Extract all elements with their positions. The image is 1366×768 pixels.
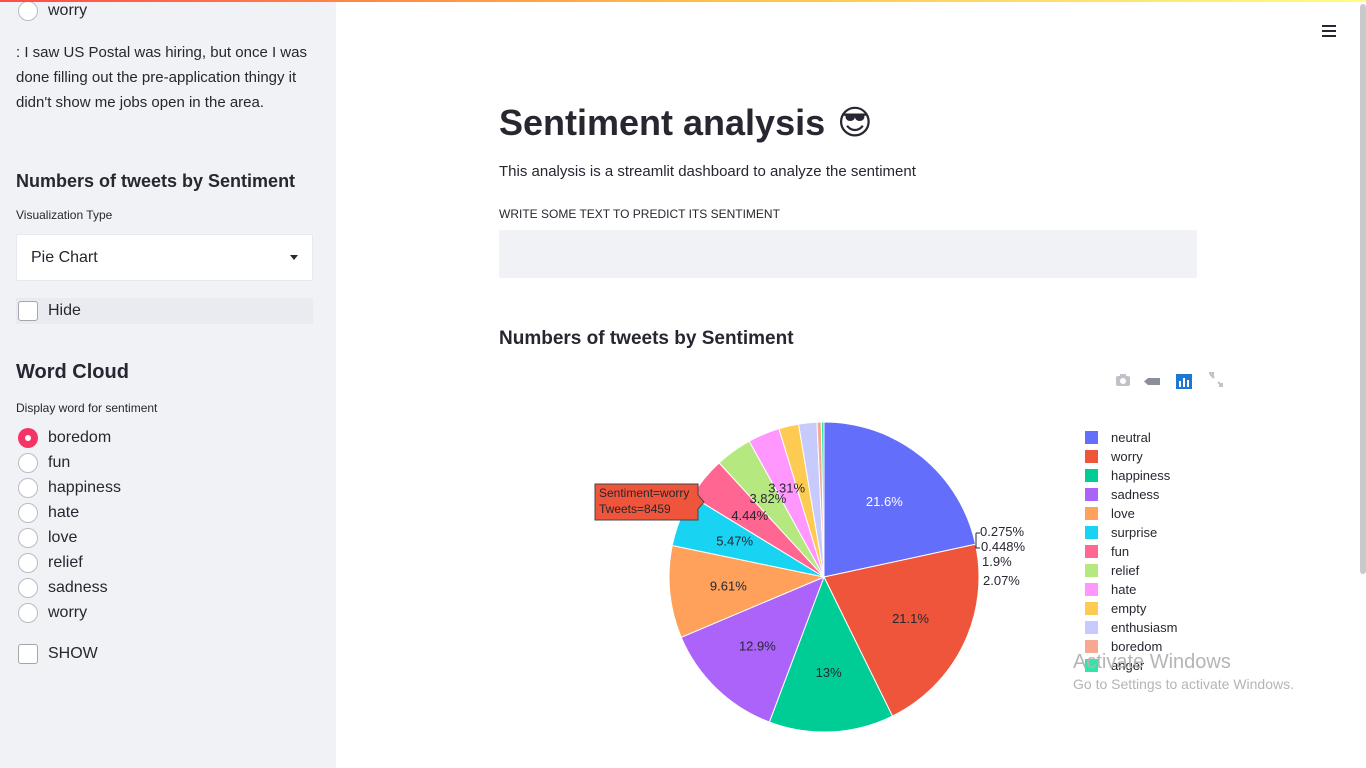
- radio-circle[interactable]: [18, 478, 38, 498]
- chart-legend: neutral worry happiness sadness love surprise…: [1085, 430, 1177, 673]
- viz-type-label: Visualization Type: [16, 208, 113, 222]
- show-checkbox[interactable]: [18, 644, 38, 664]
- radio-circle[interactable]: [18, 2, 38, 21]
- slice-label-enthusiasm: 1.9%: [982, 554, 1012, 569]
- radio-circle[interactable]: [18, 603, 38, 623]
- wordcloud-radio-fun[interactable]: fun: [18, 452, 70, 474]
- legend-swatch-hate[interactable]: [1085, 583, 1098, 596]
- legend-label-empty[interactable]: empty: [1111, 601, 1147, 616]
- wordcloud-radio-boredom[interactable]: boredom: [18, 427, 111, 449]
- legend-label-surprise[interactable]: surprise: [1111, 525, 1157, 540]
- wordcloud-radio-worry[interactable]: worry: [18, 602, 87, 624]
- sentiment-radio-worry[interactable]: worry: [18, 2, 87, 22]
- radio-circle[interactable]: [18, 453, 38, 473]
- legend-swatch-love[interactable]: [1085, 507, 1098, 520]
- radio-label: worry: [48, 604, 88, 621]
- legend-swatch-neutral[interactable]: [1085, 431, 1098, 444]
- radio-label: sadness: [48, 579, 108, 596]
- legend-swatch-fun[interactable]: [1085, 545, 1098, 558]
- slice-label-hate: 3.31%: [768, 480, 805, 495]
- wordcloud-radio-happiness[interactable]: happiness: [18, 477, 121, 499]
- legend-label-enthusiasm[interactable]: enthusiasm: [1111, 620, 1177, 635]
- radio-circle[interactable]: [18, 528, 38, 548]
- legend-label-sadness[interactable]: sadness: [1111, 487, 1160, 502]
- activate-windows-text: Go to Settings to activate Windows.: [1073, 676, 1294, 692]
- slice-label-boredom: 0.448%: [981, 539, 1026, 554]
- sidebar: worry : I saw US Postal was hiring, but …: [0, 2, 336, 768]
- wordcloud-heading: Word Cloud: [16, 361, 129, 383]
- slice-label-surprise: 5.47%: [716, 534, 753, 549]
- slice-label-anger: 0.275%: [980, 524, 1025, 539]
- slice-label-worry: 21.1%: [892, 611, 929, 626]
- page-scrollbar[interactable]: [1360, 4, 1366, 574]
- legend-label-neutral[interactable]: neutral: [1111, 430, 1151, 445]
- legend-label-hate[interactable]: hate: [1111, 582, 1136, 597]
- slice-label-neutral: 21.6%: [866, 494, 903, 509]
- radio-label: relief: [48, 554, 83, 571]
- chevron-down-icon[interactable]: [290, 255, 298, 260]
- radio-label: love: [48, 529, 78, 546]
- tweets-heading: Numbers of tweets by Sentiment: [16, 171, 296, 191]
- legend-swatch-sadness[interactable]: [1085, 488, 1098, 501]
- legend-swatch-happiness[interactable]: [1085, 469, 1098, 482]
- legend-swatch-empty[interactable]: [1085, 602, 1098, 615]
- wordcloud-radio-sadness[interactable]: sadness: [18, 577, 108, 599]
- radio-circle[interactable]: [18, 428, 38, 448]
- show-label: SHOW: [48, 645, 98, 662]
- radio-label: boredom: [48, 429, 112, 446]
- slice-label-love: 9.61%: [710, 578, 747, 593]
- wordcloud-radio-love[interactable]: love: [18, 527, 77, 549]
- slice-label-fun: 4.44%: [731, 508, 768, 523]
- legend-label-happiness[interactable]: happiness: [1111, 468, 1171, 483]
- show-checkbox-row[interactable]: SHOW: [18, 642, 98, 666]
- hide-checkbox[interactable]: [18, 301, 38, 321]
- main-content: Sentiment analysis 😎 This analysis is a …: [336, 2, 1366, 768]
- wordcloud-label: Display word for sentiment: [16, 401, 158, 415]
- tooltip-line1: Sentiment=worry: [599, 486, 689, 500]
- legend-label-relief[interactable]: relief: [1111, 563, 1140, 578]
- wordcloud-radio-relief[interactable]: relief: [18, 552, 83, 574]
- legend-swatch-worry[interactable]: [1085, 450, 1098, 463]
- viz-type-select[interactable]: Pie Chart: [16, 234, 313, 281]
- legend-swatch-enthusiasm[interactable]: [1085, 621, 1098, 634]
- legend-label-fun[interactable]: fun: [1111, 544, 1129, 559]
- legend-swatch-relief[interactable]: [1085, 564, 1098, 577]
- radio-label: fun: [48, 454, 71, 471]
- radio-circle[interactable]: [18, 503, 38, 523]
- tweet-text: : I saw US Postal was hiring, but once I…: [16, 44, 307, 111]
- slice-label-empty: 2.07%: [983, 573, 1020, 588]
- radio-label: hate: [48, 504, 80, 521]
- activate-windows-title: Activate Windows: [1073, 651, 1231, 673]
- legend-label-love[interactable]: love: [1111, 506, 1135, 521]
- radio-label: happiness: [48, 479, 121, 496]
- radio-circle[interactable]: [18, 553, 38, 573]
- hover-tooltip: Sentiment=worry Tweets=8459: [594, 483, 705, 521]
- radio-label: worry: [48, 2, 88, 19]
- legend-swatch-surprise[interactable]: [1085, 526, 1098, 539]
- hide-checkbox-row[interactable]: Hide: [18, 299, 81, 323]
- viz-type-value: Pie Chart: [31, 248, 98, 266]
- radio-circle[interactable]: [18, 578, 38, 598]
- hide-label: Hide: [48, 302, 81, 319]
- slice-label-sadness: 12.9%: [739, 638, 776, 653]
- wordcloud-radio-hate[interactable]: hate: [18, 502, 79, 524]
- tooltip-line2: Tweets=8459: [599, 502, 671, 516]
- pie-slices: [668, 421, 980, 733]
- slice-label-happiness: 13%: [816, 665, 842, 680]
- legend-label-worry[interactable]: worry: [1110, 449, 1143, 464]
